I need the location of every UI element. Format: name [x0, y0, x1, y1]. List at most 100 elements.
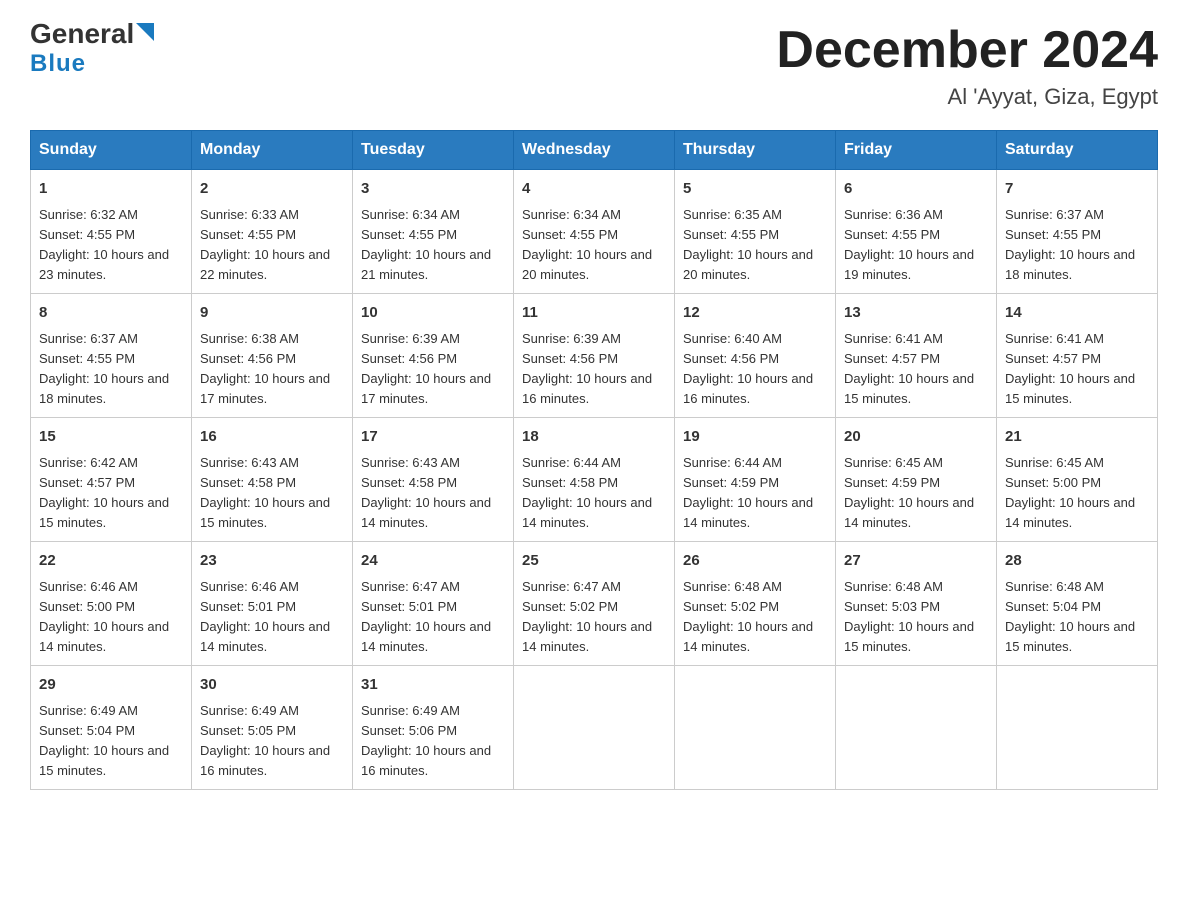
- calendar-cell: 15 Sunrise: 6:42 AMSunset: 4:57 PMDayligh…: [31, 418, 192, 542]
- day-info: Sunrise: 6:49 AMSunset: 5:04 PMDaylight:…: [39, 701, 183, 782]
- day-number: 13: [844, 302, 988, 325]
- day-number: 16: [200, 426, 344, 449]
- calendar-cell: 16 Sunrise: 6:43 AMSunset: 4:58 PMDayligh…: [192, 418, 353, 542]
- day-number: 28: [1005, 550, 1149, 573]
- calendar-cell: 19Sunrise: 6:44 AMSunset: 4:59 PMDayligh…: [675, 418, 836, 542]
- calendar-cell: 7 Sunrise: 6:37 AMSunset: 4:55 PMDaylight…: [997, 170, 1158, 294]
- calendar-header-row: Sunday Monday Tuesday Wednesday Thursday…: [31, 131, 1158, 170]
- day-number: 27: [844, 550, 988, 573]
- day-info: Sunrise: 6:49 AMSunset: 5:06 PMDaylight:…: [361, 701, 505, 782]
- logo-general: General: [30, 20, 134, 48]
- week-row-3: 15 Sunrise: 6:42 AMSunset: 4:57 PMDayligh…: [31, 418, 1158, 542]
- location: Al 'Ayyat, Giza, Egypt: [776, 84, 1158, 110]
- calendar-cell: 14 Sunrise: 6:41 AMSunset: 4:57 PMDayligh…: [997, 294, 1158, 418]
- calendar-cell: 21Sunrise: 6:45 AMSunset: 5:00 PMDayligh…: [997, 418, 1158, 542]
- col-tuesday: Tuesday: [353, 131, 514, 170]
- calendar-cell: 23 Sunrise: 6:46 AMSunset: 5:01 PMDayligh…: [192, 542, 353, 666]
- calendar-cell: 26 Sunrise: 6:48 AMSunset: 5:02 PMDayligh…: [675, 542, 836, 666]
- calendar-cell: 25Sunrise: 6:47 AMSunset: 5:02 PMDayligh…: [514, 542, 675, 666]
- day-info: Sunrise: 6:44 AMSunset: 4:59 PMDaylight:…: [683, 453, 827, 534]
- calendar-table: Sunday Monday Tuesday Wednesday Thursday…: [30, 130, 1158, 790]
- calendar-cell: 18 Sunrise: 6:44 AMSunset: 4:58 PMDayligh…: [514, 418, 675, 542]
- day-info: Sunrise: 6:43 AMSunset: 4:58 PMDaylight:…: [361, 453, 505, 534]
- calendar-cell: [514, 666, 675, 790]
- calendar-cell: 2Sunrise: 6:33 AMSunset: 4:55 PMDaylight…: [192, 170, 353, 294]
- calendar-cell: 3Sunrise: 6:34 AMSunset: 4:55 PMDaylight…: [353, 170, 514, 294]
- day-number: 12: [683, 302, 827, 325]
- day-info: Sunrise: 6:38 AMSunset: 4:56 PMDaylight:…: [200, 329, 344, 410]
- calendar-cell: 31Sunrise: 6:49 AMSunset: 5:06 PMDayligh…: [353, 666, 514, 790]
- day-number: 22: [39, 550, 183, 573]
- calendar-cell: 30Sunrise: 6:49 AMSunset: 5:05 PMDayligh…: [192, 666, 353, 790]
- calendar-cell: 6 Sunrise: 6:36 AMSunset: 4:55 PMDaylight…: [836, 170, 997, 294]
- col-friday: Friday: [836, 131, 997, 170]
- day-info: Sunrise: 6:48 AMSunset: 5:03 PMDaylight:…: [844, 577, 988, 658]
- logo: General Blue: [30, 20, 154, 78]
- day-number: 18: [522, 426, 666, 449]
- day-number: 14: [1005, 302, 1149, 325]
- col-monday: Monday: [192, 131, 353, 170]
- calendar-cell: 10 Sunrise: 6:39 AMSunset: 4:56 PMDayligh…: [353, 294, 514, 418]
- day-number: 8: [39, 302, 183, 325]
- col-saturday: Saturday: [997, 131, 1158, 170]
- calendar-cell: 28 Sunrise: 6:48 AMSunset: 5:04 PMDayligh…: [997, 542, 1158, 666]
- day-number: 6: [844, 178, 988, 201]
- day-info: Sunrise: 6:32 AMSunset: 4:55 PMDaylight:…: [39, 205, 183, 286]
- day-number: 11: [522, 302, 666, 325]
- calendar-cell: 12 Sunrise: 6:40 AMSunset: 4:56 PMDayligh…: [675, 294, 836, 418]
- logo-blue: Blue: [30, 50, 86, 78]
- day-number: 24: [361, 550, 505, 573]
- calendar-cell: 4Sunrise: 6:34 AMSunset: 4:55 PMDaylight…: [514, 170, 675, 294]
- day-info: Sunrise: 6:44 AMSunset: 4:58 PMDaylight:…: [522, 453, 666, 534]
- day-number: 1: [39, 178, 183, 201]
- day-info: Sunrise: 6:36 AMSunset: 4:55 PMDaylight:…: [844, 205, 988, 286]
- day-number: 26: [683, 550, 827, 573]
- day-info: Sunrise: 6:47 AMSunset: 5:01 PMDaylight:…: [361, 577, 505, 658]
- calendar-cell: [675, 666, 836, 790]
- day-number: 4: [522, 178, 666, 201]
- day-info: Sunrise: 6:39 AMSunset: 4:56 PMDaylight:…: [361, 329, 505, 410]
- calendar-cell: 29 Sunrise: 6:49 AMSunset: 5:04 PMDayligh…: [31, 666, 192, 790]
- day-info: Sunrise: 6:37 AMSunset: 4:55 PMDaylight:…: [39, 329, 183, 410]
- day-number: 17: [361, 426, 505, 449]
- day-number: 5: [683, 178, 827, 201]
- day-info: Sunrise: 6:48 AMSunset: 5:02 PMDaylight:…: [683, 577, 827, 658]
- day-info: Sunrise: 6:45 AMSunset: 4:59 PMDaylight:…: [844, 453, 988, 534]
- day-info: Sunrise: 6:48 AMSunset: 5:04 PMDaylight:…: [1005, 577, 1149, 658]
- day-info: Sunrise: 6:40 AMSunset: 4:56 PMDaylight:…: [683, 329, 827, 410]
- col-wednesday: Wednesday: [514, 131, 675, 170]
- calendar-cell: 1 Sunrise: 6:32 AMSunset: 4:55 PMDaylight…: [31, 170, 192, 294]
- day-info: Sunrise: 6:46 AMSunset: 5:00 PMDaylight:…: [39, 577, 183, 658]
- day-number: 20: [844, 426, 988, 449]
- calendar-cell: 9 Sunrise: 6:38 AMSunset: 4:56 PMDaylight…: [192, 294, 353, 418]
- day-info: Sunrise: 6:49 AMSunset: 5:05 PMDaylight:…: [200, 701, 344, 782]
- week-row-4: 22 Sunrise: 6:46 AMSunset: 5:00 PMDayligh…: [31, 542, 1158, 666]
- day-info: Sunrise: 6:37 AMSunset: 4:55 PMDaylight:…: [1005, 205, 1149, 286]
- day-info: Sunrise: 6:45 AMSunset: 5:00 PMDaylight:…: [1005, 453, 1149, 534]
- day-number: 29: [39, 674, 183, 697]
- calendar-cell: 20 Sunrise: 6:45 AMSunset: 4:59 PMDayligh…: [836, 418, 997, 542]
- day-info: Sunrise: 6:41 AMSunset: 4:57 PMDaylight:…: [1005, 329, 1149, 410]
- month-title: December 2024: [776, 20, 1158, 80]
- calendar-cell: 8 Sunrise: 6:37 AMSunset: 4:55 PMDaylight…: [31, 294, 192, 418]
- day-info: Sunrise: 6:41 AMSunset: 4:57 PMDaylight:…: [844, 329, 988, 410]
- day-info: Sunrise: 6:42 AMSunset: 4:57 PMDaylight:…: [39, 453, 183, 534]
- day-number: 23: [200, 550, 344, 573]
- week-row-1: 1 Sunrise: 6:32 AMSunset: 4:55 PMDaylight…: [31, 170, 1158, 294]
- day-number: 15: [39, 426, 183, 449]
- day-info: Sunrise: 6:46 AMSunset: 5:01 PMDaylight:…: [200, 577, 344, 658]
- day-number: 2: [200, 178, 344, 201]
- day-info: Sunrise: 6:43 AMSunset: 4:58 PMDaylight:…: [200, 453, 344, 534]
- col-thursday: Thursday: [675, 131, 836, 170]
- day-number: 3: [361, 178, 505, 201]
- calendar-cell: 5Sunrise: 6:35 AMSunset: 4:55 PMDaylight…: [675, 170, 836, 294]
- day-number: 10: [361, 302, 505, 325]
- day-number: 7: [1005, 178, 1149, 201]
- week-row-5: 29 Sunrise: 6:49 AMSunset: 5:04 PMDayligh…: [31, 666, 1158, 790]
- calendar-cell: [997, 666, 1158, 790]
- col-sunday: Sunday: [31, 131, 192, 170]
- day-number: 9: [200, 302, 344, 325]
- calendar-cell: 27 Sunrise: 6:48 AMSunset: 5:03 PMDayligh…: [836, 542, 997, 666]
- calendar-cell: 24 Sunrise: 6:47 AMSunset: 5:01 PMDayligh…: [353, 542, 514, 666]
- calendar-cell: 13 Sunrise: 6:41 AMSunset: 4:57 PMDayligh…: [836, 294, 997, 418]
